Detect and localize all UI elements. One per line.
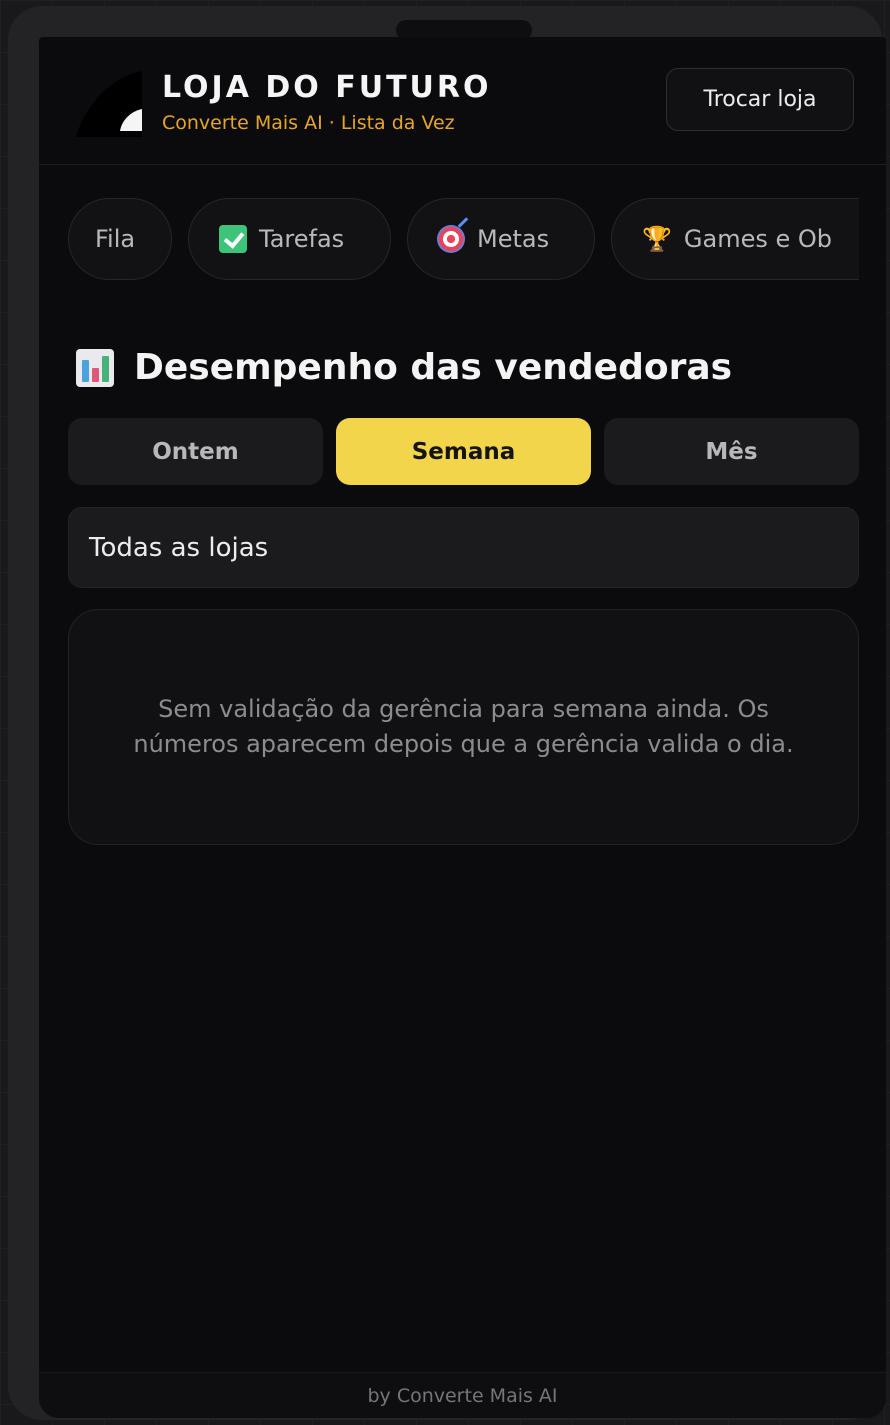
tab-metas[interactable]: Metas bbox=[407, 198, 595, 280]
section-title: Desempenho das vendedoras bbox=[76, 347, 732, 388]
tab-label: Metas bbox=[477, 225, 550, 253]
tab-label: Tarefas bbox=[259, 225, 345, 253]
brand-subtitle: Converte Mais AI · Lista da Vez bbox=[162, 112, 455, 134]
switch-store-button[interactable]: Trocar loja bbox=[666, 68, 854, 131]
empty-state-message: Sem validação da gerência para semana ai… bbox=[133, 695, 794, 758]
app-screen: LOJA DO FUTURO Converte Mais AI · Lista … bbox=[39, 37, 886, 1418]
footer: by Converte Mais AI bbox=[39, 1372, 886, 1418]
check-box-icon bbox=[219, 225, 247, 253]
tab-fila[interactable]: Fila bbox=[68, 198, 172, 280]
empty-state-card: Sem validação da gerência para semana ai… bbox=[68, 609, 859, 845]
footer-credit: by Converte Mais AI bbox=[367, 1384, 558, 1407]
nav-tabs: Fila Tarefas Metas 🏆 Games e Ob bbox=[68, 198, 859, 282]
period-mes-button[interactable]: Mês bbox=[604, 418, 859, 485]
period-semana-button[interactable]: Semana bbox=[336, 418, 591, 485]
store-filter-select[interactable]: Todas as lojas bbox=[68, 507, 859, 588]
period-ontem-button[interactable]: Ontem bbox=[68, 418, 323, 485]
brand-title: LOJA DO FUTURO bbox=[162, 70, 492, 105]
tab-games[interactable]: 🏆 Games e Ob bbox=[611, 198, 859, 280]
app-header: LOJA DO FUTURO Converte Mais AI · Lista … bbox=[39, 37, 886, 165]
brand-logo-icon bbox=[76, 71, 142, 137]
tab-tarefas[interactable]: Tarefas bbox=[188, 198, 391, 280]
target-icon bbox=[437, 225, 465, 253]
device-frame: LOJA DO FUTURO Converte Mais AI · Lista … bbox=[8, 6, 886, 1420]
trophy-icon: 🏆 bbox=[642, 225, 672, 253]
bar-chart-icon bbox=[76, 348, 114, 387]
tab-label: Fila bbox=[95, 225, 136, 253]
tab-label: Games e Ob bbox=[683, 225, 832, 253]
section-title-text: Desempenho das vendedoras bbox=[134, 347, 733, 388]
